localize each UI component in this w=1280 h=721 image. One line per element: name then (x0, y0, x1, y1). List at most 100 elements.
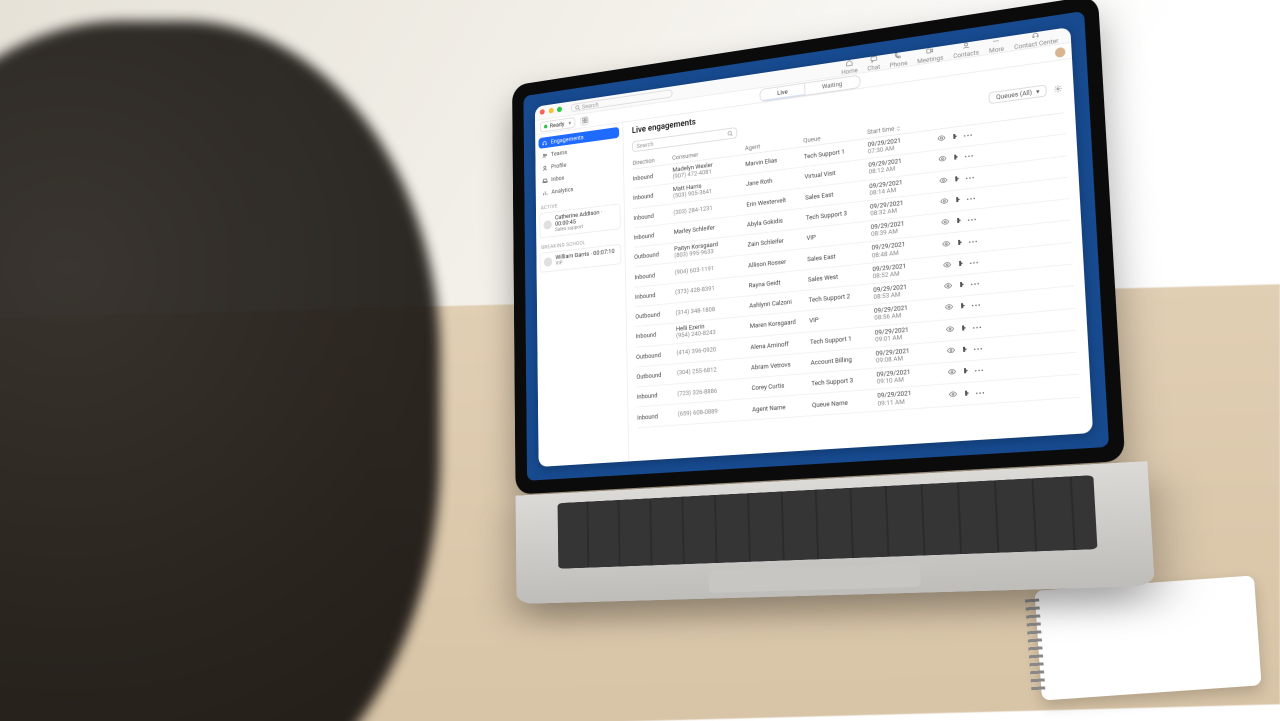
avatar-icon (543, 220, 551, 230)
grid-icon (581, 117, 587, 124)
join-button[interactable] (956, 259, 964, 270)
join-button[interactable] (962, 388, 971, 399)
cell-direction: Outbound (635, 310, 672, 321)
table-settings-button[interactable] (1053, 84, 1064, 93)
join-button[interactable] (954, 216, 962, 227)
row-actions: ••• (928, 193, 976, 208)
window-controls[interactable] (540, 106, 565, 117)
view-button[interactable] (949, 389, 958, 400)
cell-agent: Allison Rosser (748, 256, 804, 270)
cell-start: 09/29/202108:14 AM (869, 176, 924, 196)
cell-direction: Outbound (634, 250, 671, 261)
maximize-icon[interactable] (557, 106, 562, 112)
row-actions: ••• (929, 215, 977, 230)
more-icon (992, 36, 1000, 45)
queue-filter-label: Queues (All) (996, 88, 1032, 101)
join-button[interactable] (957, 280, 966, 291)
cell-start: 09/29/202108:53 AM (873, 282, 928, 301)
close-icon[interactable] (540, 108, 545, 114)
sidebar-item-label: Teams (551, 149, 567, 158)
join-button[interactable] (958, 302, 967, 313)
sidebar-item-label: Analytics (551, 186, 573, 196)
join-icon (951, 132, 959, 141)
row-more-button[interactable]: ••• (965, 152, 975, 161)
cell-agent: Jane Roth (746, 174, 801, 188)
row-more-button[interactable]: ••• (969, 258, 979, 267)
agent-status-label: Ready (550, 120, 565, 129)
row-actions: ••• (935, 344, 984, 358)
row-more-button[interactable]: ••• (975, 366, 985, 375)
view-button[interactable] (943, 260, 951, 271)
view-button[interactable] (944, 281, 952, 292)
join-button[interactable] (961, 367, 970, 378)
row-more-button[interactable]: ••• (971, 301, 981, 310)
eye-icon (948, 368, 956, 377)
view-button[interactable] (938, 134, 946, 145)
view-button[interactable] (948, 368, 957, 379)
cell-agent: Maren Korsgaard (750, 317, 806, 330)
row-more-button[interactable]: ••• (974, 345, 984, 354)
cell-queue: Queue Name (812, 396, 874, 408)
cell-agent: Agent Name (752, 401, 808, 413)
cell-direction: Outbound (636, 350, 673, 361)
minimize-icon[interactable] (548, 107, 553, 113)
status-dot-icon (544, 124, 547, 128)
row-more-button[interactable]: ••• (964, 131, 974, 140)
cell-direction: Inbound (635, 270, 672, 281)
cell-consumer: (303) 284-1231 (673, 202, 743, 217)
tab-chat[interactable]: Chat (867, 54, 880, 72)
phone-icon (894, 51, 902, 60)
row-more-button[interactable]: ••• (972, 323, 982, 332)
join-button[interactable] (955, 238, 963, 249)
eye-icon (939, 155, 947, 164)
join-icon (961, 367, 969, 376)
cell-queue: Tech Support 1 (810, 333, 871, 346)
view-button[interactable] (945, 303, 953, 314)
cell-queue: Account Billing (810, 354, 872, 367)
cell-queue: Tech Support 3 (806, 207, 867, 222)
join-button[interactable] (959, 323, 968, 334)
user-avatar[interactable] (1055, 46, 1066, 57)
join-button[interactable] (960, 345, 969, 356)
row-more-button[interactable]: ••• (976, 388, 986, 397)
row-more-button[interactable]: ••• (966, 173, 976, 182)
row-more-button[interactable]: ••• (968, 237, 978, 246)
cell-agent: Rayna Geidt (749, 276, 805, 289)
join-icon (952, 153, 960, 162)
view-button[interactable] (941, 197, 949, 208)
row-actions: ••• (937, 387, 986, 401)
join-button[interactable] (951, 132, 959, 143)
eye-icon (946, 324, 954, 333)
view-button[interactable] (946, 324, 954, 335)
view-button[interactable] (939, 155, 947, 166)
inbox-icon (542, 177, 548, 184)
row-more-button[interactable]: ••• (970, 280, 980, 289)
view-button[interactable] (940, 176, 948, 187)
view-button[interactable] (947, 346, 956, 357)
cell-queue: Tech Support 3 (811, 375, 873, 388)
row-more-button[interactable]: ••• (967, 194, 977, 203)
queue-filter-select[interactable]: Queues (All) ▾ (989, 84, 1047, 104)
eye-icon (938, 134, 946, 143)
join-button[interactable] (952, 153, 960, 164)
sidebar-item-label: Profile (551, 161, 566, 170)
layout-toggle-button[interactable] (580, 115, 588, 125)
cell-start: 09/29/202108:48 AM (871, 239, 926, 259)
chat-icon (869, 55, 877, 64)
cell-consumer: (414) 396-0920 (676, 344, 746, 357)
headset-icon (1031, 31, 1040, 40)
engagements-table: Direction Consumer Agent Queue Start tim… (632, 100, 1082, 461)
view-button[interactable] (941, 218, 949, 229)
cell-direction: Inbound (633, 210, 670, 222)
main-content: Live engagements Search Queues (All) ▾ (623, 59, 1093, 462)
row-more-button[interactable]: ••• (967, 216, 977, 225)
join-button[interactable] (953, 174, 961, 185)
cell-start: 09/29/202108:52 AM (872, 260, 927, 280)
sort-icon (896, 125, 901, 130)
eye-icon (943, 260, 951, 269)
view-button[interactable] (942, 239, 950, 250)
cell-queue: Sales East (807, 249, 868, 263)
join-icon (962, 388, 971, 397)
join-icon (957, 280, 965, 289)
join-button[interactable] (953, 195, 961, 206)
